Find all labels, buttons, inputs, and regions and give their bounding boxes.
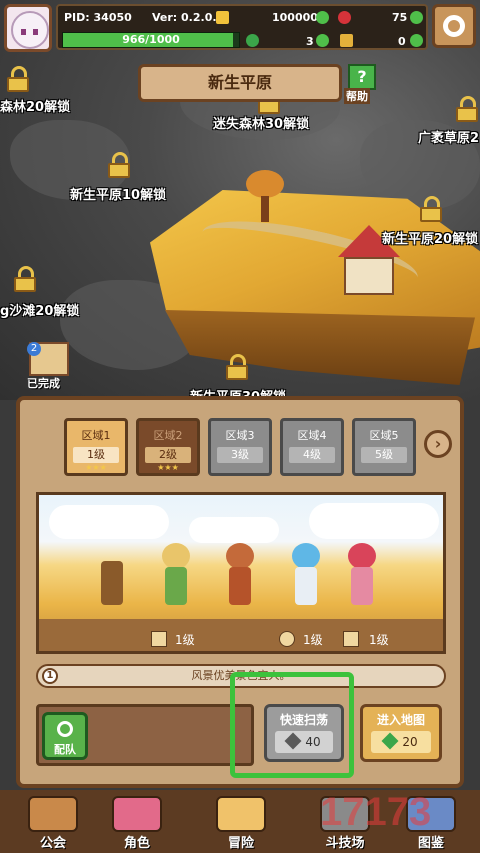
key-icon [340, 34, 353, 47]
map-label-grassland: 广袤草原2 [418, 131, 480, 146]
enter-map-label: 进入地图 [376, 713, 425, 727]
bear-hood-hero-icon [223, 543, 257, 613]
guild-hall-icon [28, 796, 78, 832]
nav-guild[interactable]: 公会 [20, 796, 86, 852]
gold-amount: 100000 [272, 11, 318, 24]
zone-tab-1[interactable]: 区域1 1级 ★★★ [64, 418, 128, 476]
player-id: PID: 34050 [64, 11, 132, 24]
map-label-forest: 森林20解锁 [0, 100, 71, 115]
orb-level: 1级 [303, 633, 323, 647]
player-avatar[interactable] [4, 4, 52, 52]
xp-bar: 966/1000 [62, 32, 240, 48]
team-setup-label: 配队 [54, 743, 76, 756]
sword-icon [343, 631, 359, 647]
island-cliff [165, 310, 475, 385]
lock-icon[interactable] [420, 196, 442, 222]
character-icon [112, 796, 162, 832]
completed-badge[interactable]: 2 已完成 [27, 342, 71, 392]
completed-count: 2 [27, 342, 41, 356]
gold-coin-icon [216, 11, 229, 24]
clover-amount: 3 [306, 35, 314, 48]
plus-icon[interactable] [316, 11, 329, 24]
site-watermark: 17173 [320, 790, 432, 834]
map-label-plain-20: 新生平原20解锁 [382, 232, 479, 247]
key-amount: 0 [398, 35, 406, 48]
stage-title: 新生平原 [207, 73, 272, 92]
completed-label: 已完成 [27, 377, 60, 390]
equipment-levels: 1级 1级 1级 [39, 619, 443, 651]
enter-map-button[interactable]: 进入地图 20 [360, 704, 442, 762]
orb-icon [279, 631, 295, 647]
clover-icon [246, 34, 259, 47]
zone-tab-2[interactable]: 区域2 2级 ★★★ [136, 418, 200, 476]
red-fox-hero-icon [345, 543, 379, 613]
star-rating: ★★★ [157, 463, 179, 472]
help-button[interactable]: ? 帮助 [344, 64, 378, 104]
weapon-icon [151, 631, 167, 647]
question-icon: ? [348, 64, 376, 90]
message-index: 1 [42, 668, 58, 684]
gem-amount: 75 [392, 11, 408, 24]
stamina-icon [381, 732, 399, 750]
party-icon [57, 721, 73, 737]
plus-icon[interactable] [410, 34, 423, 47]
ruby-gem-icon [338, 11, 351, 24]
blonde-hero-icon [159, 543, 193, 613]
highlight-box [230, 672, 354, 778]
stage-title-banner: 新生平原 [138, 64, 342, 102]
zone-tab-5[interactable]: 区域5 5级 [352, 418, 416, 476]
map-label-plain-10: 新生平原10解锁 [70, 188, 167, 203]
map-label-beach: g沙滩20解锁 [0, 304, 80, 319]
star-rating: ★★★ [85, 463, 107, 472]
top-hud: PID: 34050 Ver: 0.2.0.3 100000 75 966/10… [0, 0, 480, 56]
nav-character[interactable]: 角色 [104, 796, 170, 852]
magnifier-icon [216, 796, 266, 832]
lock-icon[interactable] [14, 266, 36, 292]
autumn-tree-icon [246, 170, 284, 198]
barrel-icon [95, 543, 129, 613]
gear-icon [443, 15, 465, 37]
settings-button[interactable] [432, 4, 476, 48]
plus-icon[interactable] [316, 34, 329, 47]
weapon-level: 1级 [175, 633, 195, 647]
xp-text: 966/1000 [122, 33, 180, 46]
nav-adventure[interactable]: 冒险 [208, 796, 274, 852]
player-stats-panel: PID: 34050 Ver: 0.2.0.3 100000 75 966/10… [56, 4, 428, 50]
lock-icon[interactable] [456, 96, 478, 122]
enter-map-cost: 20 [371, 731, 431, 753]
plus-icon[interactable] [410, 11, 423, 24]
stage-scene: 1级 1级 1级 [36, 492, 446, 654]
game-version: Ver: 0.2.0.3 [152, 11, 225, 24]
team-setup-button[interactable]: 配队 [42, 712, 88, 760]
next-zones-arrow[interactable]: › [424, 430, 452, 458]
blue-cat-hero-icon [289, 543, 323, 613]
lock-icon[interactable] [7, 66, 29, 92]
zone-tab-3[interactable]: 区域3 3级 [208, 418, 272, 476]
sword-level: 1级 [369, 633, 389, 647]
zone-tab-4[interactable]: 区域4 4级 [280, 418, 344, 476]
lock-icon[interactable] [226, 354, 248, 380]
lock-icon[interactable] [108, 152, 130, 178]
world-map[interactable]: 森林20解锁 迷失森林30解锁 广袤草原2 新生平原10解锁 新生平原20解锁 … [0, 0, 480, 400]
help-label: 帮助 [344, 88, 370, 104]
map-label-lost-forest: 迷失森林30解锁 [213, 117, 310, 132]
